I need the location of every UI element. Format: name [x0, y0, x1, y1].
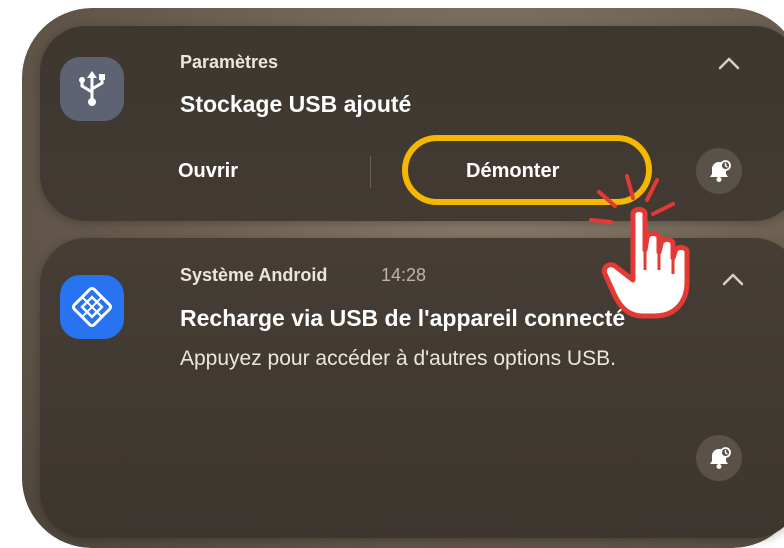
- notification-title: Stockage USB ajouté: [180, 91, 412, 117]
- notification-time: 14:28: [381, 265, 427, 285]
- notification-title: Recharge via USB de l'appareil connecté: [180, 305, 626, 331]
- usb-icon: [60, 57, 124, 121]
- tap-hand-icon: [589, 174, 690, 319]
- action-divider: [370, 156, 371, 188]
- notification-body: Appuyez pour accéder à d'autres options …: [180, 347, 616, 370]
- notification-app-name: Système Android: [180, 265, 328, 285]
- open-button[interactable]: Ouvrir: [178, 160, 238, 183]
- notification-app-name: Paramètres: [180, 52, 279, 72]
- collapse-chevron-icon[interactable]: [718, 56, 740, 70]
- android-system-icon: [60, 275, 124, 339]
- snooze-bell-icon[interactable]: [696, 435, 742, 481]
